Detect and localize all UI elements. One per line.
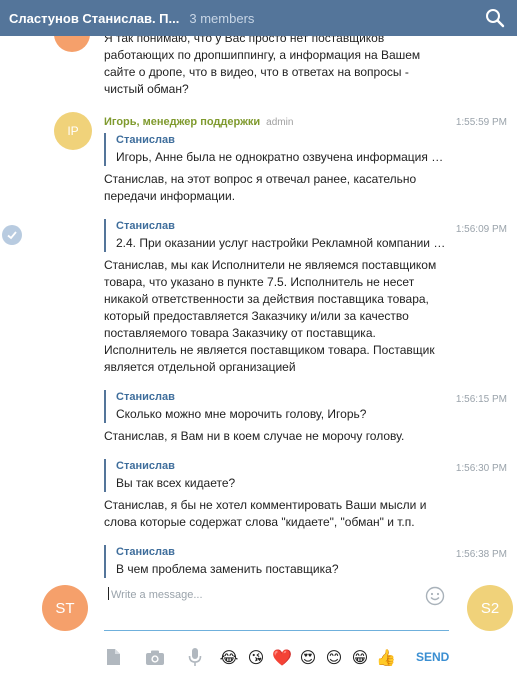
chat-header: Сластунов Станислав. П... 3 members: [0, 0, 517, 36]
chat-title[interactable]: Сластунов Станислав. П...: [9, 11, 179, 26]
reply-quote[interactable]: Станислав Вы так всех кидаете?: [104, 459, 449, 492]
message-composer: ST S2 Write a message... 😂 😘 ❤️ 😍 😊 😁 👍 …: [0, 579, 517, 677]
message-time: 1:56:15 PM: [455, 394, 507, 405]
document-icon[interactable]: [104, 647, 122, 667]
quote-author: Станислав: [116, 134, 175, 146]
emoji-heart-eyes-icon[interactable]: 😍: [297, 647, 319, 667]
message-author[interactable]: Игорь, менеджер поддержки admin: [104, 116, 293, 128]
emoji-smile-icon[interactable]: 😊: [323, 647, 345, 667]
send-button[interactable]: SEND: [416, 650, 449, 664]
quote-author: Станислав: [116, 391, 175, 403]
message-text: Станислав, я бы не хотел комментировать …: [104, 498, 427, 529]
emoji-thumbs-up-icon[interactable]: 👍: [375, 647, 397, 667]
text-caret: [108, 587, 109, 600]
author-role: admin: [266, 117, 294, 128]
quote-text: Сколько можно мне морочить голову, Игорь…: [116, 407, 367, 421]
members-count[interactable]: 3 members: [189, 11, 254, 26]
smile-icon[interactable]: [425, 586, 445, 606]
message-time: 1:55:59 PM: [455, 117, 507, 128]
message-list[interactable]: Я так понимаю, что у Вас просто нет пост…: [0, 36, 517, 579]
peer-avatar[interactable]: S2: [467, 585, 513, 631]
quote-text: Вы так всех кидаете?: [116, 476, 236, 490]
message-text: Я так понимаю, что у Вас просто нет пост…: [104, 36, 421, 96]
reply-quote[interactable]: Станислав Сколько можно мне морочить гол…: [104, 390, 449, 423]
self-avatar[interactable]: ST: [42, 585, 88, 631]
search-icon[interactable]: [485, 8, 505, 28]
composer-toolbar: 😂 😘 ❤️ 😍 😊 😁 👍: [104, 647, 454, 669]
quote-author: Станислав: [116, 460, 175, 472]
message-text: Станислав, я Вам ни в коем случае не мор…: [104, 429, 405, 443]
message-time: 1:56:09 PM: [455, 224, 507, 235]
avatar[interactable]: IP: [54, 112, 92, 150]
camera-icon[interactable]: [144, 647, 166, 667]
reply-quote[interactable]: Станислав 2.4. При оказании услуг настро…: [104, 219, 449, 252]
microphone-icon[interactable]: [186, 647, 204, 667]
avatar: [54, 36, 90, 52]
message-input-placeholder: Write a message...: [111, 589, 203, 601]
author-name[interactable]: Игорь, менеджер поддержки: [104, 116, 260, 128]
message-input[interactable]: Write a message...: [104, 583, 449, 631]
emoji-heart-icon[interactable]: ❤️: [271, 647, 293, 667]
emoji-tears-of-joy-icon[interactable]: 😂: [218, 647, 240, 667]
quote-text: 2.4. При оказании услуг настройки Реклам…: [116, 236, 449, 250]
message-time: 1:56:38 PM: [455, 549, 507, 560]
message-text: Станислав, на этот вопрос я отвечал ране…: [104, 172, 417, 203]
emoji-grin-icon[interactable]: 😁: [349, 647, 371, 667]
message-time: 1:56:30 PM: [455, 463, 507, 474]
selected-check-icon[interactable]: [2, 225, 22, 245]
reply-quote[interactable]: Станислав Игорь, Анне была не однократно…: [104, 133, 449, 166]
emoji-kiss-icon[interactable]: 😘: [245, 647, 267, 667]
reply-quote[interactable]: Станислав В чем проблема заменить постав…: [104, 545, 449, 578]
quote-text: Игорь, Анне была не однократно озвучена …: [116, 150, 449, 164]
quote-author: Станислав: [116, 220, 175, 232]
message-text: Станислав, мы как Исполнители не являемс…: [104, 258, 437, 374]
quote-author: Станислав: [116, 546, 175, 558]
quote-text: В чем проблема заменить поставщика?: [116, 562, 339, 576]
